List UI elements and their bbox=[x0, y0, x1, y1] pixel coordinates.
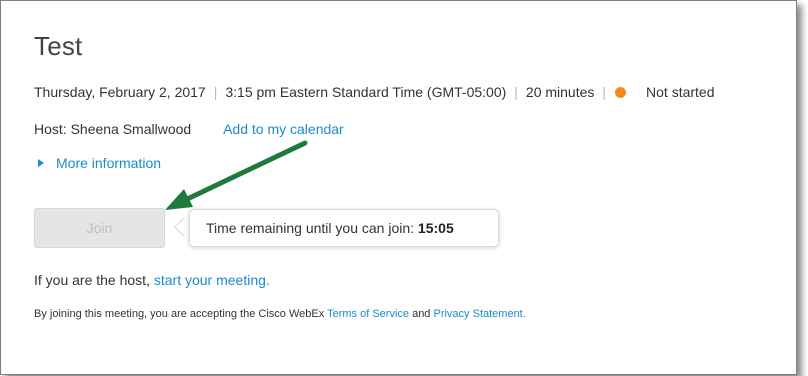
meeting-time: 3:15 pm Eastern Standard Time (GMT-05:00… bbox=[225, 84, 507, 100]
start-meeting-link[interactable]: start your meeting. bbox=[154, 272, 270, 288]
host-start-row: If you are the host, start your meeting. bbox=[34, 272, 270, 288]
host-start-text: If you are the host, bbox=[34, 272, 154, 288]
separator: | bbox=[213, 84, 218, 100]
status-dot-icon bbox=[615, 86, 627, 98]
disclaimer: By joining this meeting, you are accepti… bbox=[34, 308, 526, 320]
meeting-details-row: Thursday, February 2, 2017 | 3:15 pm Eas… bbox=[34, 84, 715, 100]
caret-right-icon bbox=[38, 159, 44, 167]
meeting-duration: 20 minutes bbox=[525, 84, 595, 100]
tooltip-time: 15:05 bbox=[417, 220, 454, 236]
more-information-label[interactable]: More information bbox=[56, 155, 161, 171]
meeting-status: Not started bbox=[646, 84, 715, 100]
separator: | bbox=[602, 84, 607, 100]
meeting-date: Thursday, February 2, 2017 bbox=[34, 84, 206, 100]
page-title: Test bbox=[34, 31, 83, 61]
more-information-toggle[interactable]: More information bbox=[38, 155, 161, 171]
terms-of-service-link[interactable]: Terms of Service bbox=[327, 308, 409, 320]
host-row: Host: Sheena Smallwood Add to my calenda… bbox=[34, 121, 344, 137]
join-countdown-tooltip: Time remaining until you can join: 15:05 bbox=[189, 209, 499, 247]
add-to-calendar-link[interactable]: Add to my calendar bbox=[223, 121, 344, 137]
meeting-info-panel: Test Thursday, February 2, 2017 | 3:15 p… bbox=[0, 0, 797, 375]
join-button[interactable]: Join bbox=[34, 208, 165, 248]
privacy-statement-link[interactable]: Privacy Statement. bbox=[433, 308, 525, 320]
arrow-head bbox=[165, 189, 193, 210]
disclaimer-text: By joining this meeting, you are accepti… bbox=[34, 308, 328, 320]
host-name: Host: Sheena Smallwood bbox=[34, 121, 192, 137]
disclaimer-and: and bbox=[409, 308, 434, 320]
tooltip-text: Time remaining until you can join: bbox=[206, 220, 418, 236]
separator: | bbox=[514, 84, 518, 100]
arrow-shaft bbox=[178, 140, 308, 205]
